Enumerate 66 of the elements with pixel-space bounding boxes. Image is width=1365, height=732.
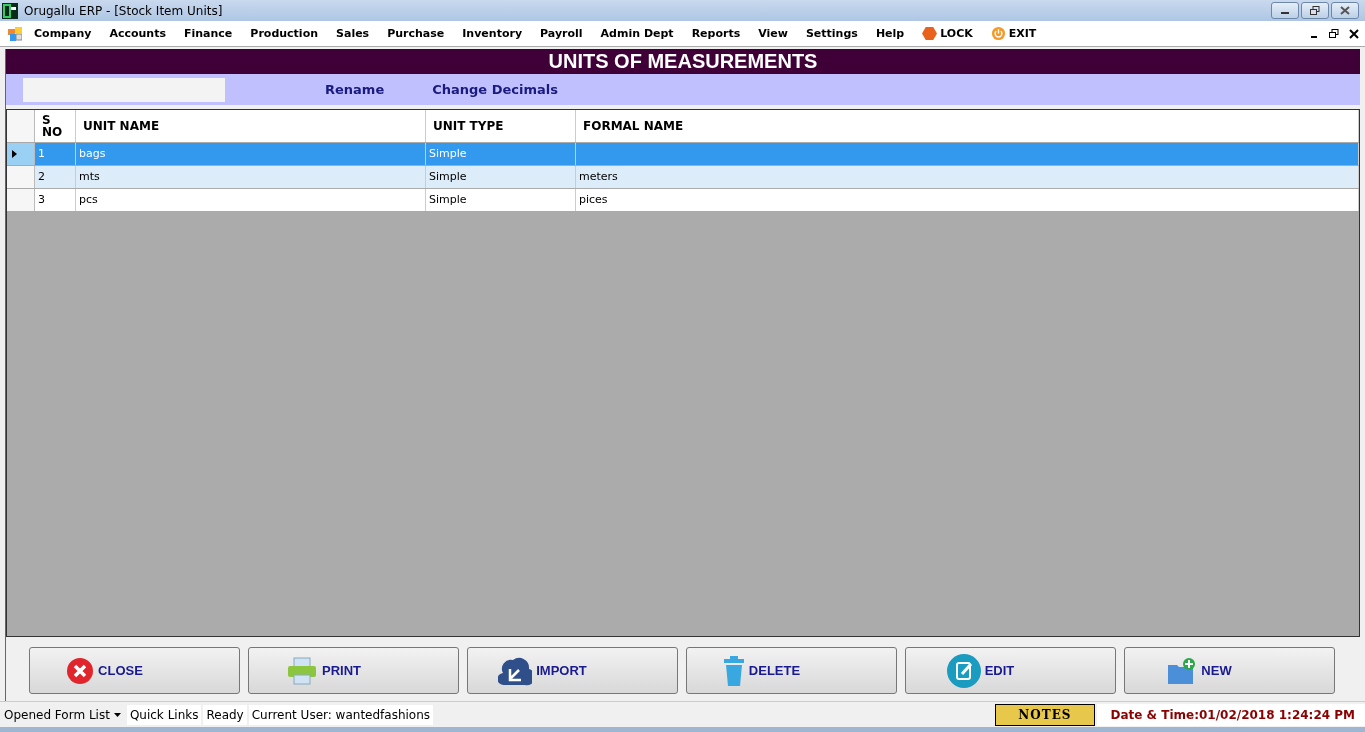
table-cell: 2 — [35, 166, 76, 188]
menu-item[interactable]: Purchase — [387, 27, 445, 40]
menu-action[interactable]: LOCK — [922, 26, 973, 41]
menu-item[interactable]: Settings — [805, 27, 858, 40]
table-cell: pcs — [76, 189, 426, 211]
folder-plus-icon — [1167, 656, 1198, 685]
form-list-dropdown[interactable]: Opened Form List — [0, 707, 125, 722]
quick-links[interactable]: Quick Links — [126, 704, 202, 725]
action-button[interactable]: NEW — [1124, 647, 1335, 694]
menu-item[interactable]: Admin Dept — [600, 27, 674, 40]
action-button[interactable]: PRINT — [248, 647, 459, 694]
column-header: UNIT NAME — [76, 110, 426, 142]
action-button[interactable]: DELETE — [686, 647, 897, 694]
current-user: Current User: wantedfashions — [248, 704, 434, 725]
trash-icon — [722, 655, 745, 686]
table-row[interactable]: 2 mts Simple meters — [7, 166, 1359, 189]
status-text: Ready — [203, 704, 247, 725]
power-icon — [990, 26, 1006, 41]
menu-item[interactable]: View — [758, 27, 788, 40]
table-cell: bags — [76, 143, 426, 165]
menu-item[interactable]: Inventory — [462, 27, 523, 40]
toolbar-link[interactable]: Change Decimals — [432, 82, 558, 97]
restore-icon — [1310, 6, 1320, 15]
close-button[interactable] — [1331, 2, 1359, 19]
window-title: Orugallu ERP - [Stock Item Units] — [24, 3, 223, 18]
close-icon — [66, 656, 95, 685]
action-button[interactable]: EDIT — [905, 647, 1116, 694]
restore-button[interactable] — [1301, 2, 1329, 19]
table-cell: meters — [576, 166, 1359, 188]
column-header: FORMAL NAME — [576, 110, 1359, 142]
edit-note-icon — [946, 653, 981, 688]
menu-action[interactable]: EXIT — [990, 26, 1037, 41]
printer-icon — [286, 656, 318, 685]
close-icon — [1340, 6, 1350, 15]
action-button[interactable]: IMPORT — [467, 647, 678, 694]
table-cell: pices — [576, 189, 1359, 211]
menu-item[interactable]: Payroll — [540, 27, 583, 40]
table-cell: Simple — [426, 189, 576, 211]
current-row-icon — [12, 150, 17, 158]
table-cell: mts — [76, 166, 426, 188]
menu-item[interactable]: Reports — [691, 27, 741, 40]
restore-icon[interactable] — [1329, 28, 1339, 39]
table-cell: 3 — [35, 189, 76, 211]
table-cell: 1 — [35, 143, 76, 165]
caret-icon — [113, 712, 121, 717]
close-icon[interactable] — [1349, 28, 1359, 39]
menu-item[interactable]: Finance — [184, 27, 233, 40]
table-row[interactable]: 3 pcs Simple pices — [7, 189, 1359, 212]
hexagon-icon — [922, 26, 938, 41]
date-time: Date & Time:01/02/2018 1:24:24 PM — [1096, 703, 1365, 726]
column-header: UNIT TYPE — [426, 110, 576, 142]
minimize-button[interactable] — [1271, 2, 1299, 19]
menu-item[interactable]: Production — [250, 27, 319, 40]
toolbar-link[interactable]: Rename — [325, 82, 385, 97]
notes-button[interactable]: NOTES — [995, 703, 1095, 726]
table-cell: Simple — [426, 166, 576, 188]
table-cell: Simple — [426, 143, 576, 165]
grid-menu-icon[interactable] — [8, 26, 22, 41]
menu-item[interactable]: Sales — [336, 27, 370, 40]
app-logo-icon — [2, 2, 18, 19]
form-title: UNITS OF MEASUREMENTS — [6, 49, 1360, 74]
menu-item[interactable]: Accounts — [109, 27, 166, 40]
action-button[interactable]: CLOSE — [29, 647, 240, 694]
menu-item[interactable]: Company — [34, 27, 92, 40]
column-header: S NO — [35, 110, 76, 142]
menu-item[interactable]: Help — [875, 27, 905, 40]
